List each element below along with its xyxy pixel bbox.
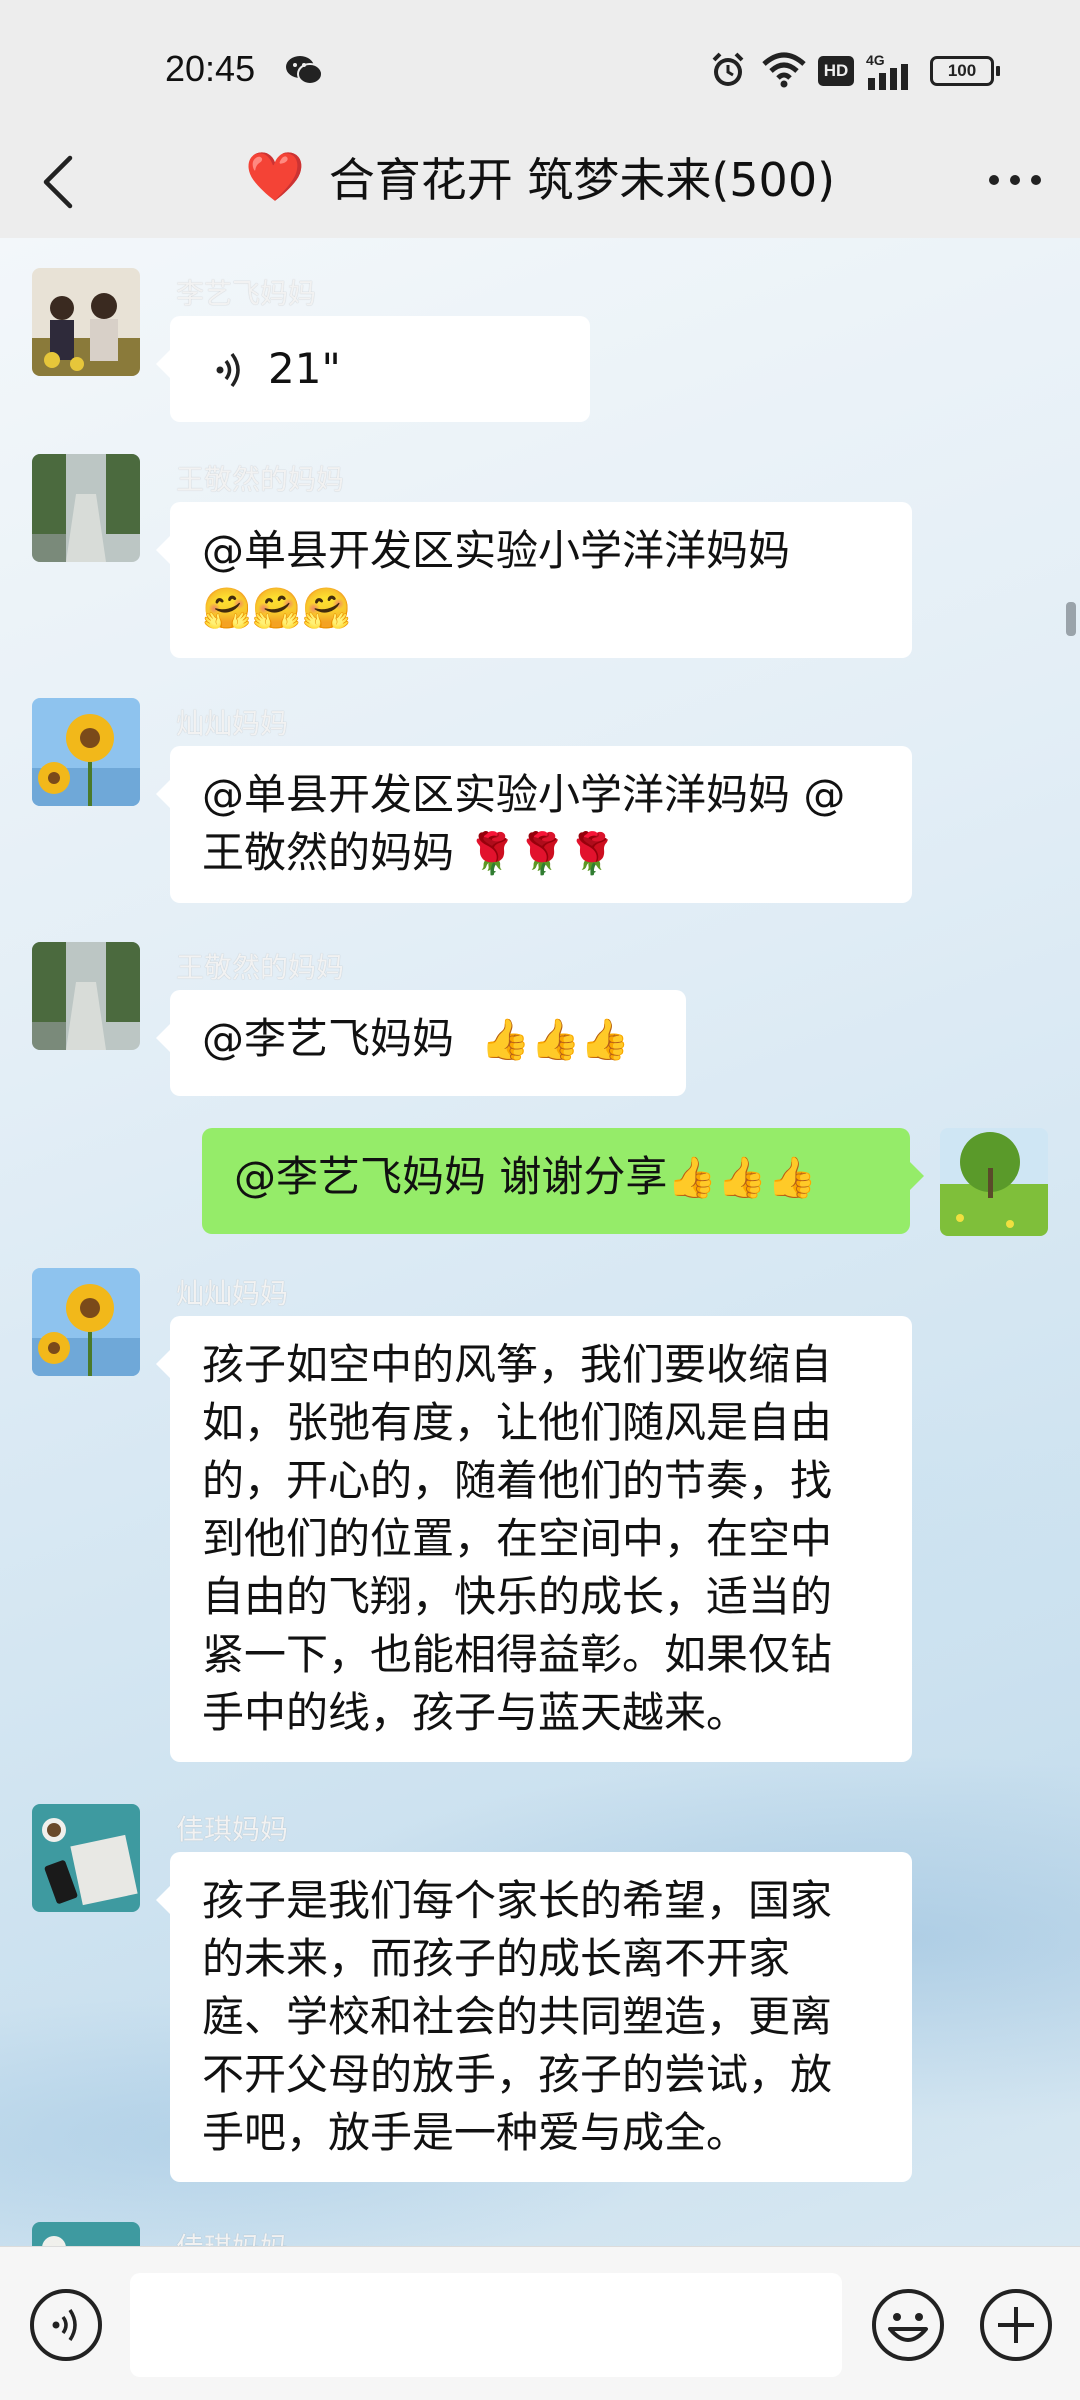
message-line: 如，张弛有度，让他们随风是自由 <box>202 1398 833 1447</box>
sender-name: 灿灿妈妈 <box>176 1277 289 1310</box>
message-text: @单县开发区实验小学洋洋妈妈 <box>202 526 791 575</box>
message-line: 的，开心的，随着他们的节奏，找 <box>202 1456 833 1505</box>
message-line: 不开父母的放手，孩子的尝试，放 <box>202 2050 833 2099</box>
wechat-notification-icon <box>286 56 323 85</box>
hd-badge: HD <box>818 56 854 86</box>
chat-messages[interactable]: 李艺飞妈妈 21" 王敬然的妈妈 @单县开发区实验小学洋洋妈妈 🤗🤗🤗 灿灿妈妈… <box>0 238 1080 2246</box>
message-line: 手中的线，孩子与蓝天越来。 <box>202 1688 749 1737</box>
sender-name: 佳琪妈妈 <box>176 1813 289 1846</box>
avatar[interactable] <box>32 698 140 806</box>
voice-message[interactable]: 21" <box>156 316 590 422</box>
message-bubble-own[interactable]: @李艺飞妈妈 谢谢分享👍👍👍 <box>202 1128 924 1234</box>
wifi-icon <box>762 52 806 88</box>
signal-icon: 4G <box>866 50 916 90</box>
sender-name: 佳琪妈妈 <box>176 2226 288 2246</box>
message-emoji: 🌹🌹🌹 <box>467 831 617 877</box>
message-line: 紧一下，也能相得益彰。如果仅钻 <box>202 1630 833 1679</box>
avatar[interactable] <box>32 2222 140 2246</box>
message-text: @单县开发区实验小学洋洋妈妈 @ <box>202 770 846 819</box>
status-time: 20:45 <box>165 48 256 89</box>
message-bubble[interactable]: 孩子如空中的风筝，我们要收缩自 如，张弛有度，让他们随风是自由 的，开心的，随着… <box>156 1316 912 1762</box>
message-line: 自由的飞翔，快乐的成长，适当的 <box>202 1572 833 1621</box>
input-bar <box>0 2246 1080 2400</box>
voice-input-icon[interactable] <box>28 2287 104 2363</box>
heart-emoji: ❤️ <box>244 149 305 205</box>
group-name: 合育花开 筑梦未来(500) <box>328 153 836 207</box>
sender-name: 灿灿妈妈 <box>176 707 289 740</box>
message-emoji: 👍👍👍 <box>480 1017 631 1063</box>
message-bubble[interactable]: @李艺飞妈妈 👍👍👍 <box>156 990 686 1096</box>
message-text: @李艺飞妈妈 <box>202 1014 455 1063</box>
message-line: 的未来，而孩子的成长离不开家 <box>202 1934 791 1983</box>
status-bar: 20:45 HD 4G 100 <box>0 0 1080 140</box>
message-line: 到他们的位置，在空间中，在空中 <box>202 1514 833 1563</box>
message-line: 孩子如空中的风筝，我们要收缩自 <box>202 1340 833 1389</box>
chat-header: ❤️ 合育花开 筑梦未来(500) <box>0 120 1080 240</box>
message-text-continued: 王敬然的妈妈 <box>202 828 455 877</box>
message-line: 庭、学校和社会的共同塑造，更离 <box>202 1992 833 2041</box>
avatar[interactable] <box>32 454 140 562</box>
more-options-icon[interactable] <box>980 150 1050 210</box>
message-line: 孩子是我们每个家长的希望，国家 <box>202 1876 833 1925</box>
message-bubble[interactable]: 孩子是我们每个家长的希望，国家 的未来，而孩子的成长离不开家 庭、学校和社会的共… <box>156 1852 912 2182</box>
avatar[interactable] <box>32 942 140 1050</box>
avatar[interactable] <box>32 1804 140 1912</box>
alarm-icon <box>712 52 744 86</box>
sender-name: 李艺飞妈妈 <box>176 277 317 310</box>
sender-name: 王敬然的妈妈 <box>176 951 345 984</box>
message-emoji: 🤗🤗🤗 <box>202 586 352 632</box>
message-emoji: 👍👍👍 <box>667 1155 817 1201</box>
own-avatar[interactable] <box>940 1128 1048 1236</box>
message-bubble[interactable]: @单县开发区实验小学洋洋妈妈 🤗🤗🤗 <box>156 502 912 658</box>
plus-icon[interactable] <box>978 2287 1054 2363</box>
voice-play-icon <box>216 352 240 388</box>
message-input[interactable] <box>130 2273 842 2377</box>
battery-level: 100 <box>935 61 989 81</box>
voice-duration: 21" <box>268 344 341 393</box>
chat-title: ❤️ 合育花开 筑梦未来(500) <box>0 142 1080 212</box>
sender-name: 王敬然的妈妈 <box>176 463 345 496</box>
message-line: 手吧，放手是一种爱与成全。 <box>202 2108 749 2157</box>
emoji-icon[interactable] <box>870 2287 946 2363</box>
message-text: @李艺飞妈妈 谢谢分享 <box>234 1152 668 1201</box>
scrollbar-thumb[interactable] <box>1066 602 1076 636</box>
battery-icon: 100 <box>930 56 1000 86</box>
avatar[interactable] <box>32 1268 140 1376</box>
message-bubble[interactable]: @单县开发区实验小学洋洋妈妈 @ 王敬然的妈妈 🌹🌹🌹 <box>156 746 912 903</box>
avatar[interactable] <box>32 268 140 376</box>
